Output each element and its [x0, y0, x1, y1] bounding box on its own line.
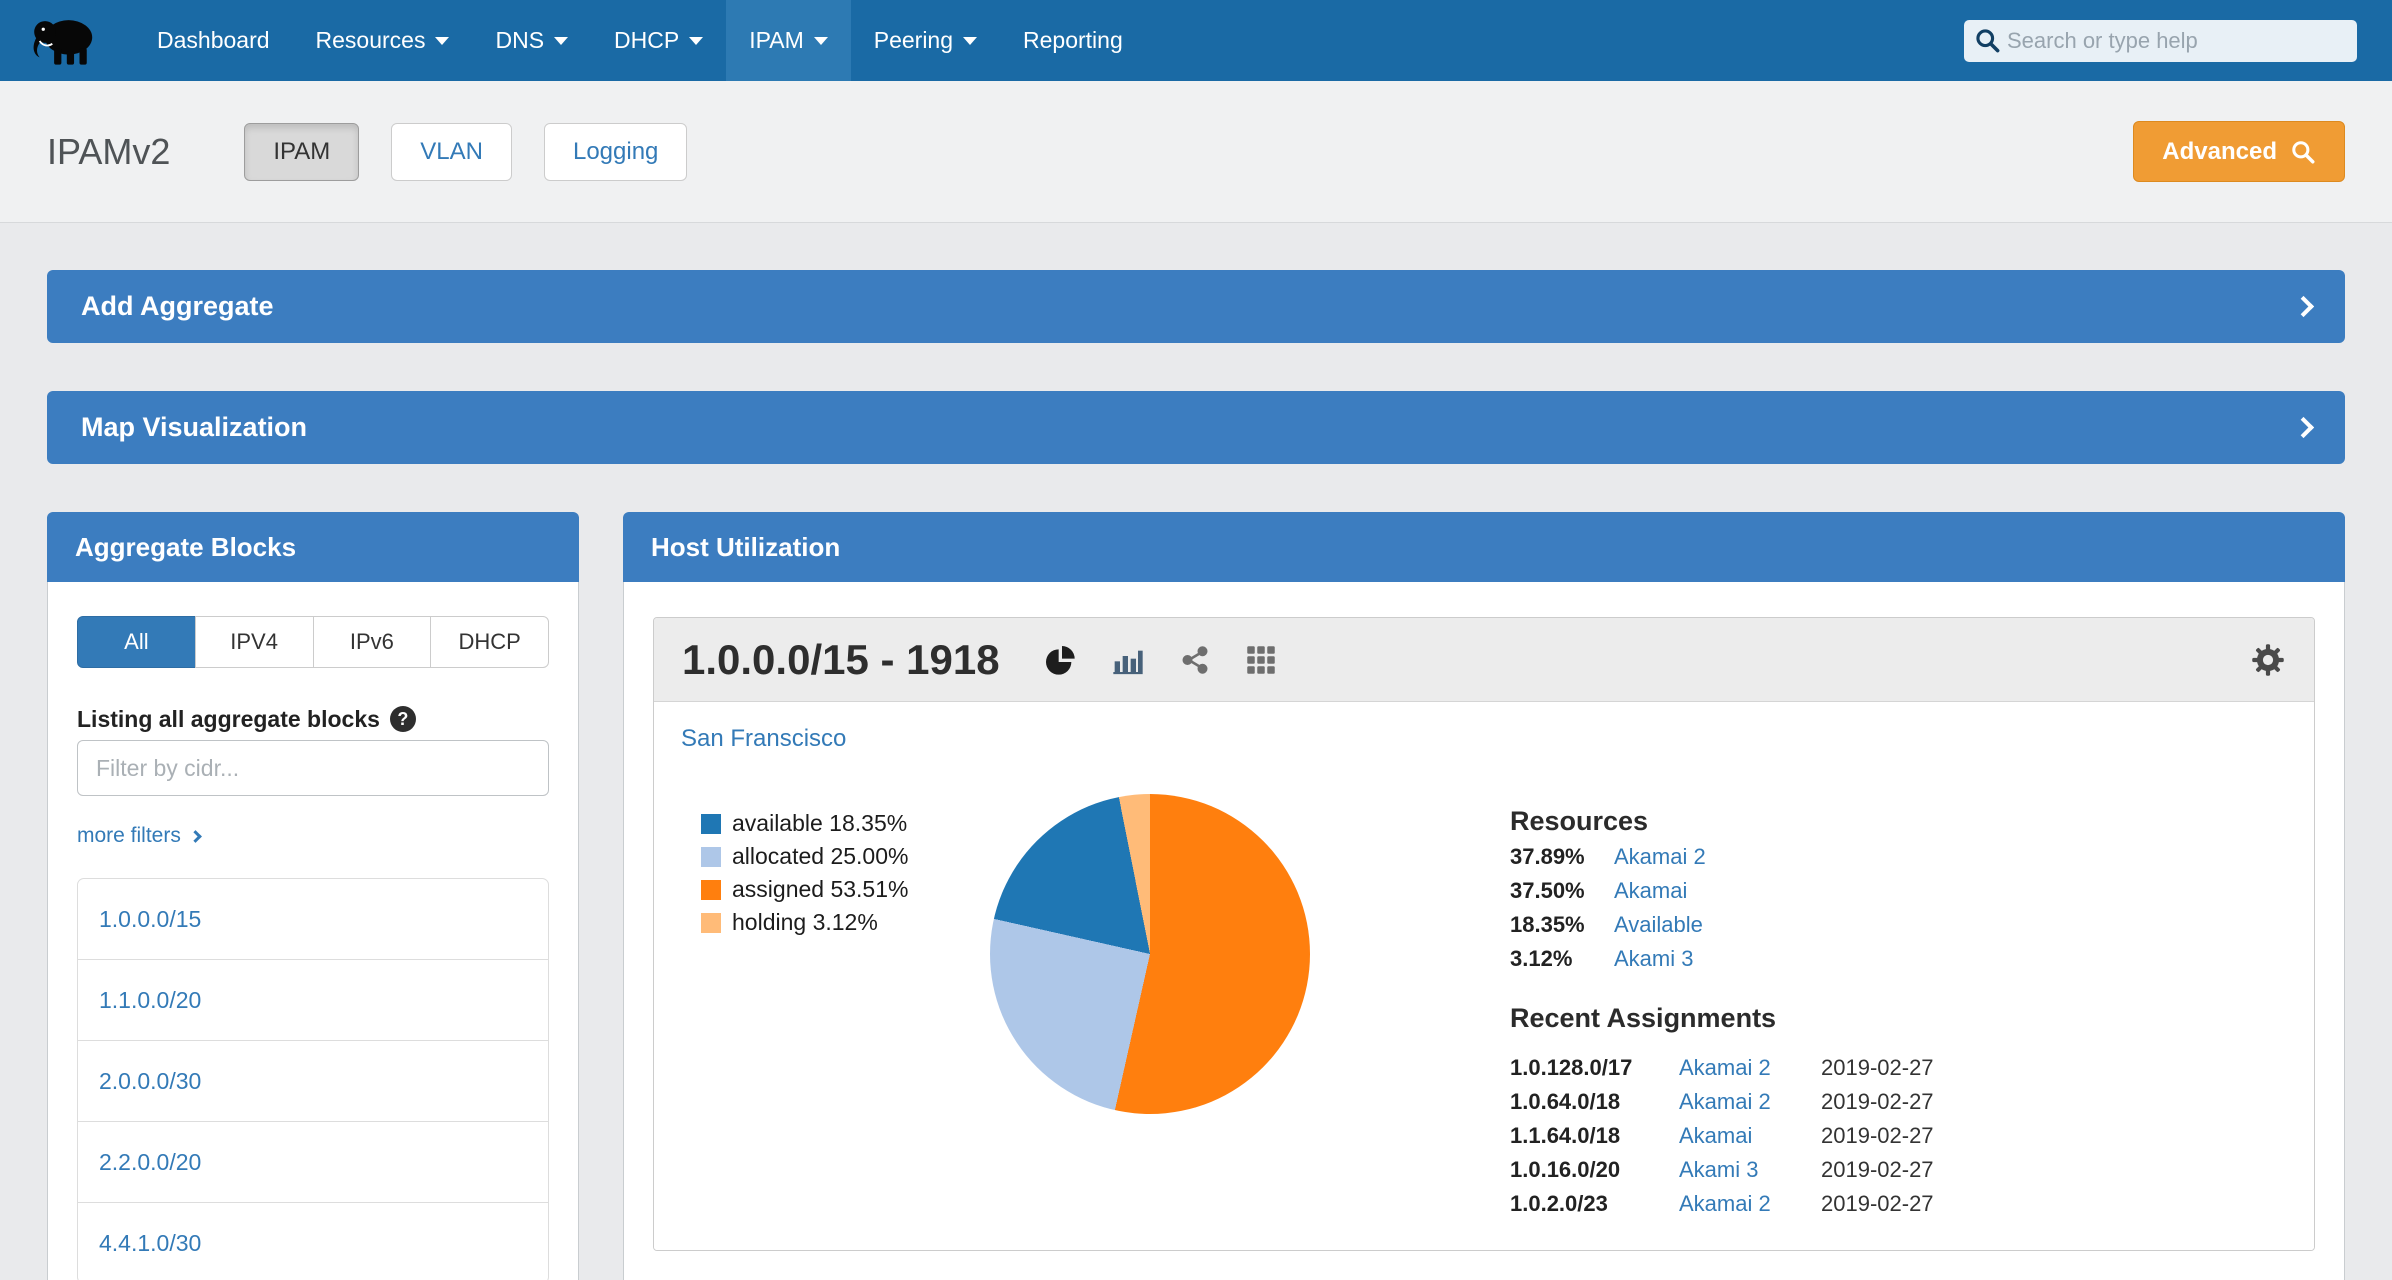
list-item: 4.4.1.0/30 — [78, 1202, 548, 1280]
location-link[interactable]: San Franscisco — [681, 724, 846, 754]
recent-assignments-heading: Recent Assignments — [1510, 1005, 1934, 1032]
page-title: IPAMv2 — [47, 131, 170, 173]
aggregate-blocks-header: Aggregate Blocks — [47, 512, 579, 582]
view-tabs: IPAM VLAN Logging — [244, 123, 687, 181]
caret-down-icon — [963, 37, 977, 45]
more-filters-link[interactable]: more filters — [77, 824, 200, 848]
chevron-right-icon — [189, 830, 202, 843]
page-header: IPAMv2 IPAM VLAN Logging Advanced — [0, 81, 2392, 223]
cidr-filter-input[interactable] — [77, 740, 549, 796]
assignment-link[interactable]: Akamai 2 — [1679, 1055, 1807, 1080]
assignment-link[interactable]: Akami 3 — [1679, 1157, 1807, 1182]
nav-item-ipam[interactable]: IPAM — [726, 0, 851, 81]
resource-link[interactable]: Akamai — [1614, 878, 1687, 903]
assignment-row: 1.0.128.0/17 Akamai 2 2019-02-27 — [1510, 1055, 1934, 1080]
add-aggregate-bar[interactable]: Add Aggregate — [47, 270, 2345, 343]
resource-row: 37.50% Akamai — [1510, 878, 1934, 903]
chevron-right-icon — [2293, 417, 2314, 438]
caret-down-icon — [435, 37, 449, 45]
resources-heading: Resources — [1510, 808, 1934, 835]
list-item: 2.2.0.0/20 — [78, 1121, 548, 1202]
aggregate-block-list: 1.0.0.0/15 1.1.0.0/20 2.0.0.0/30 2.2.0.0… — [77, 878, 549, 1280]
aggregate-filter-group: All IPV4 IPv6 DHCP — [77, 616, 549, 668]
mammoth-logo-icon — [30, 12, 100, 70]
legend-swatch — [701, 880, 721, 900]
nav-item-peering[interactable]: Peering — [851, 0, 1000, 81]
nav-item-dns[interactable]: DNS — [472, 0, 591, 81]
assignment-row: 1.0.64.0/18 Akamai 2 2019-02-27 — [1510, 1089, 1934, 1114]
nav-list: Dashboard Resources DNS DHCP IPAM Peerin… — [134, 0, 1146, 81]
assignment-link[interactable]: Akamai — [1679, 1123, 1807, 1148]
block-title: 1.0.0.0/15 - 1918 — [682, 636, 1000, 684]
listing-label: Listing all aggregate blocks — [77, 706, 380, 732]
map-visualization-bar[interactable]: Map Visualization — [47, 391, 2345, 464]
resource-row: 37.89% Akamai 2 — [1510, 844, 1934, 869]
help-question-icon[interactable]: ? — [390, 706, 416, 732]
nav-item-dashboard[interactable]: Dashboard — [134, 0, 293, 81]
top-navbar: Dashboard Resources DNS DHCP IPAM Peerin… — [0, 0, 2392, 81]
aggregate-blocks-panel: Aggregate Blocks All IPV4 IPv6 DHCP List… — [47, 512, 579, 1280]
chevron-right-icon — [2293, 296, 2314, 317]
legend-swatch — [701, 814, 721, 834]
legend-item: holding 3.12% — [701, 906, 951, 939]
resource-link[interactable]: Available — [1614, 912, 1703, 937]
main-content: Add Aggregate Map Visualization Aggregat… — [0, 223, 2392, 1280]
caret-down-icon — [814, 37, 828, 45]
navbar-search — [1964, 20, 2357, 62]
resource-row: 3.12% Akami 3 — [1510, 946, 1934, 971]
tab-ipam[interactable]: IPAM — [244, 123, 359, 181]
caret-down-icon — [554, 37, 568, 45]
caret-down-icon — [689, 37, 703, 45]
filter-ipv4-button[interactable]: IPV4 — [195, 616, 314, 668]
filter-ipv6-button[interactable]: IPv6 — [313, 616, 432, 668]
assignment-row: 1.1.64.0/18 Akamai 2019-02-27 — [1510, 1123, 1934, 1148]
legend-swatch — [701, 847, 721, 867]
pie-legend: available 18.35% allocated 25.00% assign… — [701, 807, 951, 939]
mammoth-logo[interactable] — [30, 0, 100, 81]
list-item: 2.0.0.0/30 — [78, 1040, 548, 1121]
assignment-link[interactable]: Akamai 2 — [1679, 1191, 1807, 1216]
block-link[interactable]: 1.0.0.0/15 — [99, 906, 201, 932]
host-utilization-header: Host Utilization — [623, 512, 2345, 582]
block-link[interactable]: 2.2.0.0/20 — [99, 1149, 201, 1175]
tab-vlan[interactable]: VLAN — [391, 123, 512, 181]
resource-link[interactable]: Akamai 2 — [1614, 844, 1706, 869]
filter-dhcp-button[interactable]: DHCP — [430, 616, 549, 668]
resource-link[interactable]: Akami 3 — [1614, 946, 1693, 971]
block-link[interactable]: 2.0.0.0/30 — [99, 1068, 201, 1094]
legend-item: available 18.35% — [701, 807, 951, 840]
assignment-row: 1.0.2.0/23 Akamai 2 2019-02-27 — [1510, 1191, 1934, 1216]
share-icon[interactable] — [1180, 645, 1210, 675]
legend-item: allocated 25.00% — [701, 840, 951, 873]
filter-all-button[interactable]: All — [77, 616, 196, 668]
host-utilization-panel: Host Utilization 1.0.0.0/15 - 1918 — [623, 512, 2345, 1280]
search-icon[interactable] — [1974, 27, 2001, 54]
tab-logging[interactable]: Logging — [544, 123, 687, 181]
assignment-row: 1.0.16.0/20 Akami 3 2019-02-27 — [1510, 1157, 1934, 1182]
utilization-pie — [990, 794, 1310, 1114]
assignment-link[interactable]: Akamai 2 — [1679, 1089, 1807, 1114]
pie-chart-icon[interactable] — [1044, 644, 1076, 676]
list-item: 1.0.0.0/15 — [78, 879, 548, 959]
resource-row: 18.35% Available — [1510, 912, 1934, 937]
gear-icon[interactable] — [2250, 642, 2286, 678]
list-item: 1.1.0.0/20 — [78, 959, 548, 1040]
legend-item: assigned 53.51% — [701, 873, 951, 906]
nav-item-resources[interactable]: Resources — [293, 0, 473, 81]
bar-chart-icon[interactable] — [1112, 644, 1144, 676]
nav-item-reporting[interactable]: Reporting — [1000, 0, 1146, 81]
advanced-search-button[interactable]: Advanced — [2133, 121, 2345, 182]
grid-icon[interactable] — [1246, 645, 1276, 675]
nav-item-dhcp[interactable]: DHCP — [591, 0, 726, 81]
utilization-box: 1.0.0.0/15 - 1918 — [653, 617, 2315, 1251]
utilization-toolbar: 1.0.0.0/15 - 1918 — [654, 618, 2314, 702]
search-input[interactable] — [2007, 28, 2347, 54]
legend-swatch — [701, 913, 721, 933]
block-link[interactable]: 1.1.0.0/20 — [99, 987, 201, 1013]
search-icon — [2290, 139, 2316, 165]
block-link[interactable]: 4.4.1.0/30 — [99, 1230, 201, 1256]
